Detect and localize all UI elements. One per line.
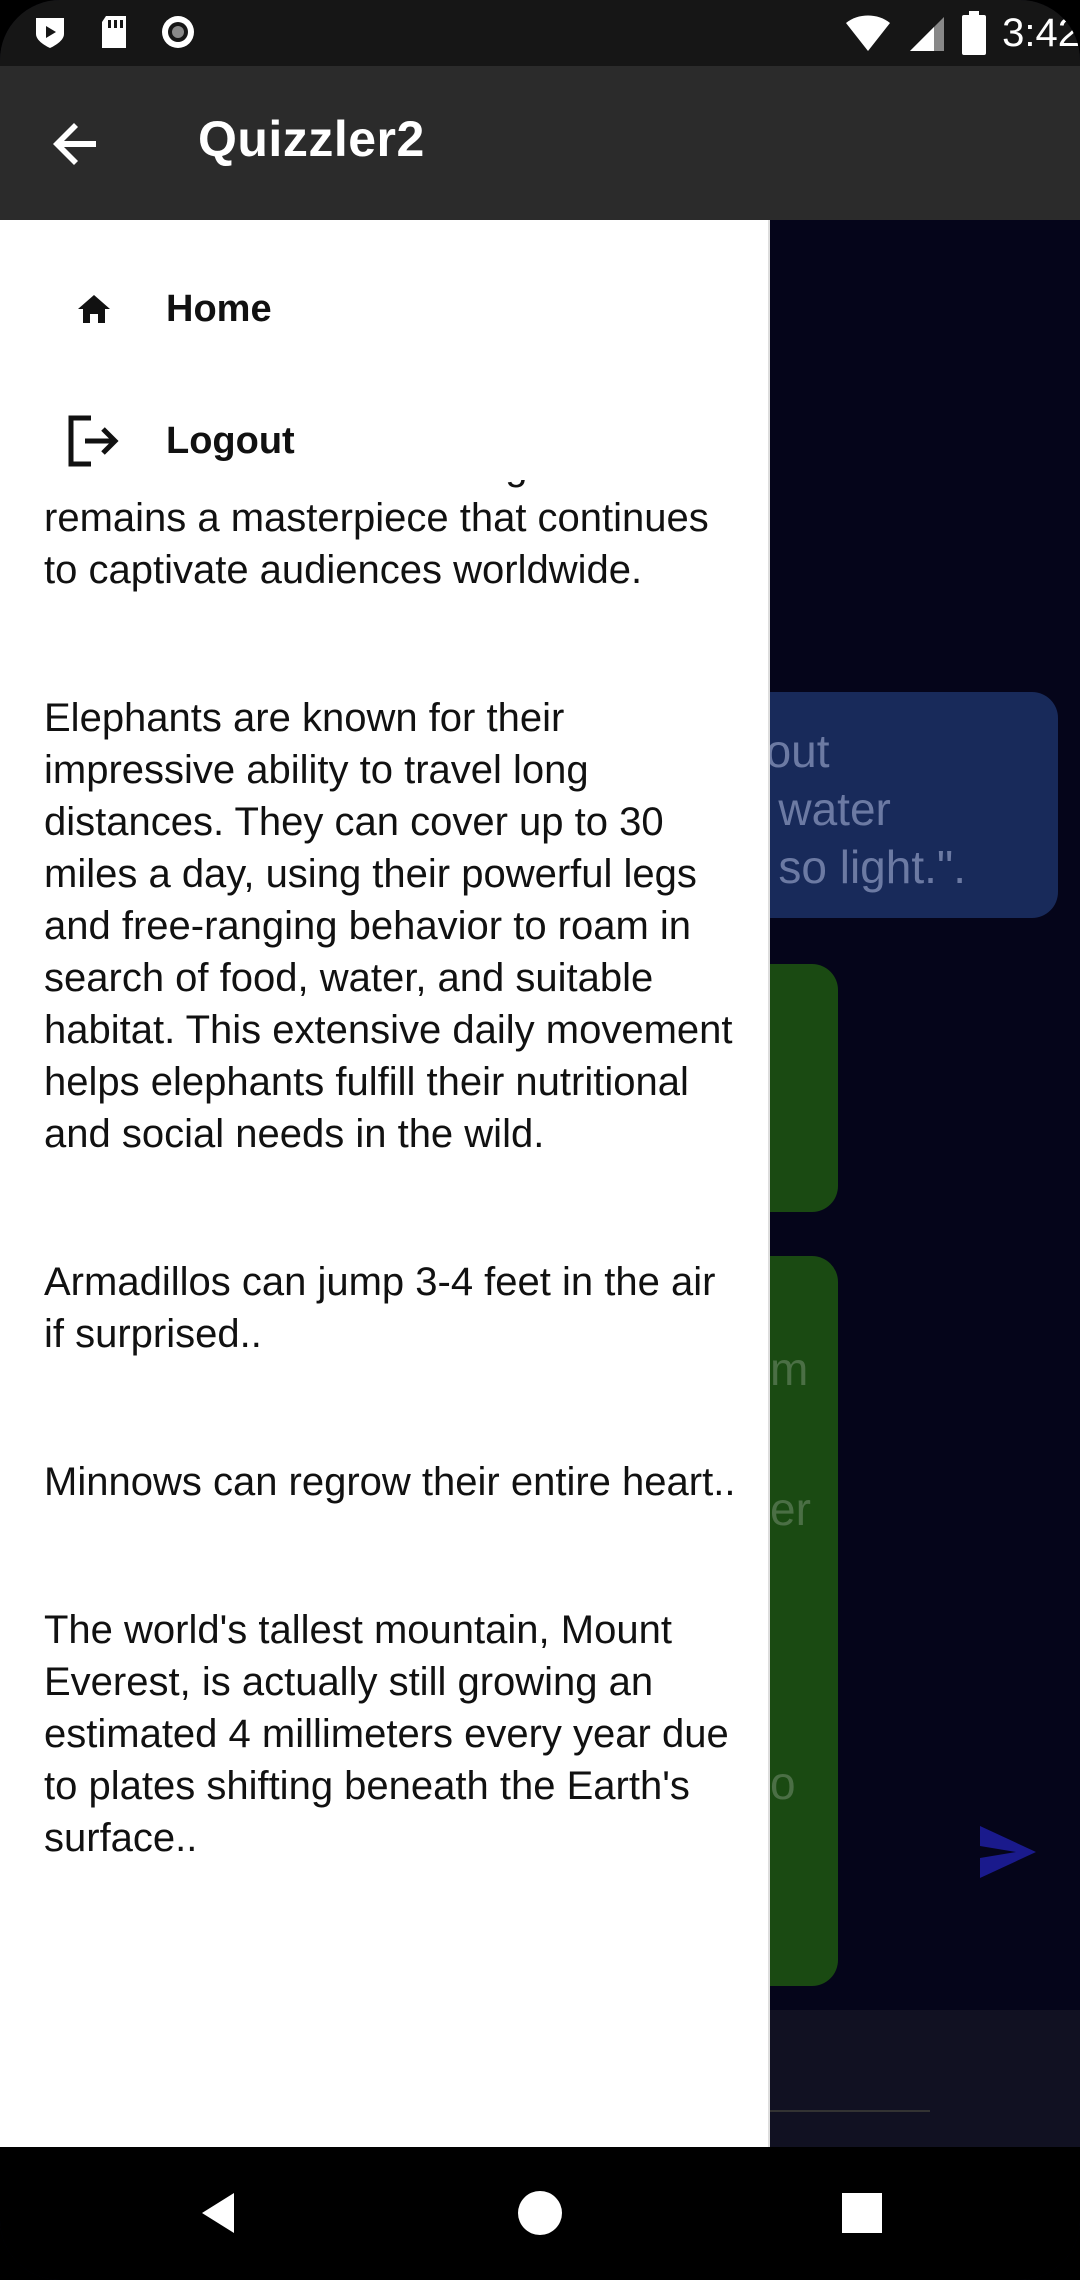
- phone-screen: 3:42 Quizzler2 bout n water e so light."…: [0, 0, 1080, 2280]
- nav-home-icon[interactable]: [508, 2181, 572, 2245]
- status-bar: 3:42: [0, 0, 1080, 66]
- drawer-item-logout[interactable]: Logout: [0, 386, 770, 496]
- send-icon[interactable]: [976, 1820, 1040, 1884]
- fact-item: Elephants are known for their impressive…: [44, 696, 733, 1156]
- nav-recents-icon[interactable]: [830, 2181, 894, 2245]
- record-icon: [162, 16, 194, 48]
- logout-icon: [64, 411, 124, 471]
- nav-back-icon[interactable]: [190, 2181, 254, 2245]
- drawer-item-label: Home: [166, 287, 272, 330]
- bubble-text-fragment: o: [770, 1757, 796, 1809]
- bubble-line: n water: [740, 783, 891, 835]
- fact-item: Minnows can regrow their entire heart..: [44, 1460, 736, 1504]
- status-time: 3:42: [1002, 10, 1080, 55]
- status-right: 3:42: [844, 8, 1080, 58]
- navigation-drawer: testament to Beethoven's genius and rema…: [0, 220, 770, 2147]
- fact-item: Armadillos can jump 3-4 feet in the air …: [44, 1260, 716, 1356]
- arrow-back-icon[interactable]: [48, 116, 104, 172]
- bubble-line: bout: [740, 725, 830, 777]
- battery-icon: [962, 11, 987, 55]
- play-protect-icon: [36, 18, 64, 48]
- drawer-item-home[interactable]: Home: [0, 254, 770, 364]
- system-nav-bar: [0, 2147, 1080, 2280]
- drawer-menu: Home Logout: [0, 220, 770, 480]
- drawer-item-label: Logout: [166, 419, 295, 462]
- sd-card-icon: [102, 16, 126, 48]
- fact-item: The world's tallest mountain, Mount Ever…: [44, 1608, 729, 1860]
- bubble-text-fragment: m: [770, 1343, 809, 1395]
- bubble-text-fragment: er: [770, 1483, 811, 1535]
- wifi-icon: [846, 15, 891, 51]
- bubble-text-fragment: bout n water e so light.".: [740, 722, 1058, 896]
- bubble-line: e so light.".: [740, 841, 967, 893]
- drawer-edge: [768, 220, 770, 2147]
- facts-list: testament to Beethoven's genius and rema…: [44, 444, 744, 1960]
- app-title: Quizzler2: [198, 111, 425, 167]
- input-underline: [760, 2110, 930, 2112]
- app-bar: Quizzler2: [0, 66, 1080, 220]
- signal-icon: [910, 17, 945, 51]
- status-left-icons: [30, 12, 198, 52]
- home-icon: [64, 279, 124, 339]
